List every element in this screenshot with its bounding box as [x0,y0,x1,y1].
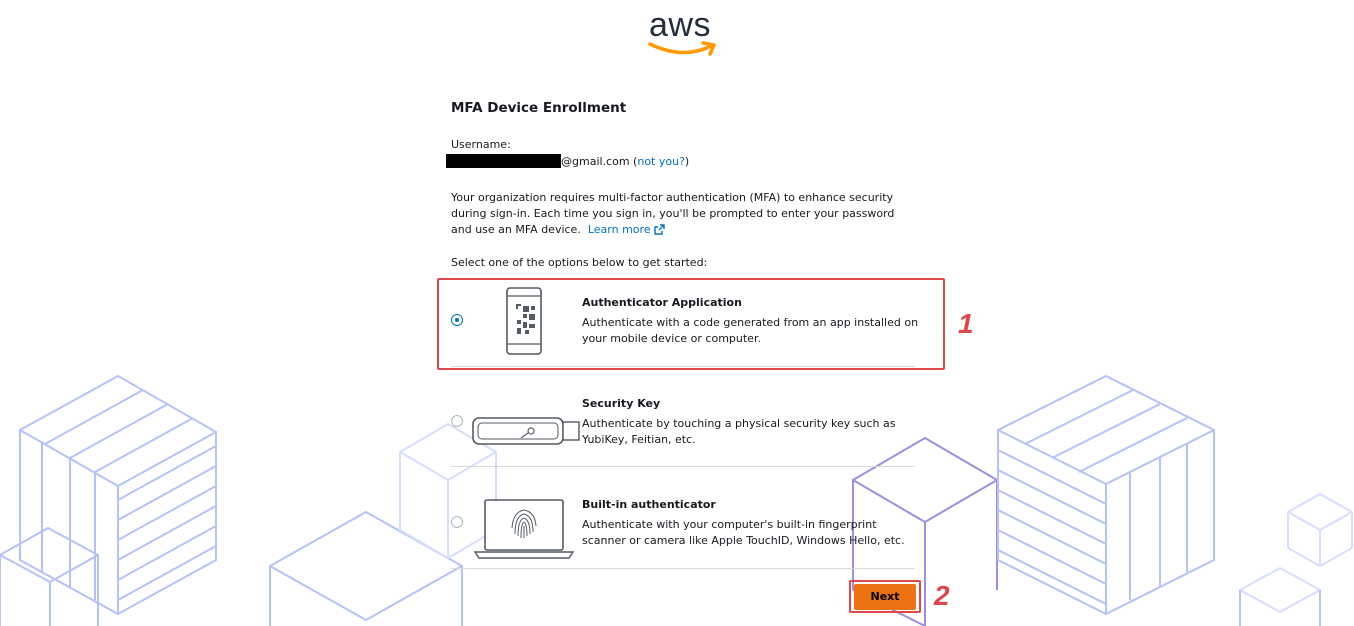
external-link-icon [653,224,665,235]
option-divider [451,568,915,569]
annotation-marker-1: 1 [958,308,974,339]
option-description: Authenticate by touching a physical secu… [582,417,896,446]
laptop-fingerprint-icon [473,499,575,559]
option-title: Built-in authenticator [582,498,716,511]
option-divider [451,466,915,467]
redacted-username [446,154,561,168]
radio-security-key[interactable] [451,415,463,427]
select-options-label: Select one of the options below to get s… [451,256,708,269]
mfa-description: Your organization requires multi-factor … [451,190,911,238]
learn-more-label: Learn more [587,223,651,236]
page-title: MFA Device Enrollment [451,100,627,116]
highlight-box-next [849,580,921,613]
radio-builtin-authenticator[interactable] [451,516,463,528]
option-title: Security Key [582,397,661,410]
not-you-link[interactable]: not you? [637,155,685,168]
username-domain: @gmail.com [561,155,630,168]
option-builtin-authenticator[interactable]: Built-in authenticator Authenticate with… [451,482,915,578]
close-paren: ) [684,155,690,168]
learn-more-link[interactable]: Learn more [588,223,665,236]
mfa-description-text: Your organization requires multi-factor … [451,191,895,236]
usb-key-icon [472,417,580,445]
highlight-box-authenticator-app [437,278,945,370]
option-security-key[interactable]: Security Key Authenticate by touching a … [451,382,915,478]
username-label: Username: [451,138,511,151]
username-row: @gmail.com (not you?) [446,154,689,168]
annotation-marker-2: 2 [934,580,950,611]
option-description: Authenticate with your computer's built-… [582,518,905,547]
